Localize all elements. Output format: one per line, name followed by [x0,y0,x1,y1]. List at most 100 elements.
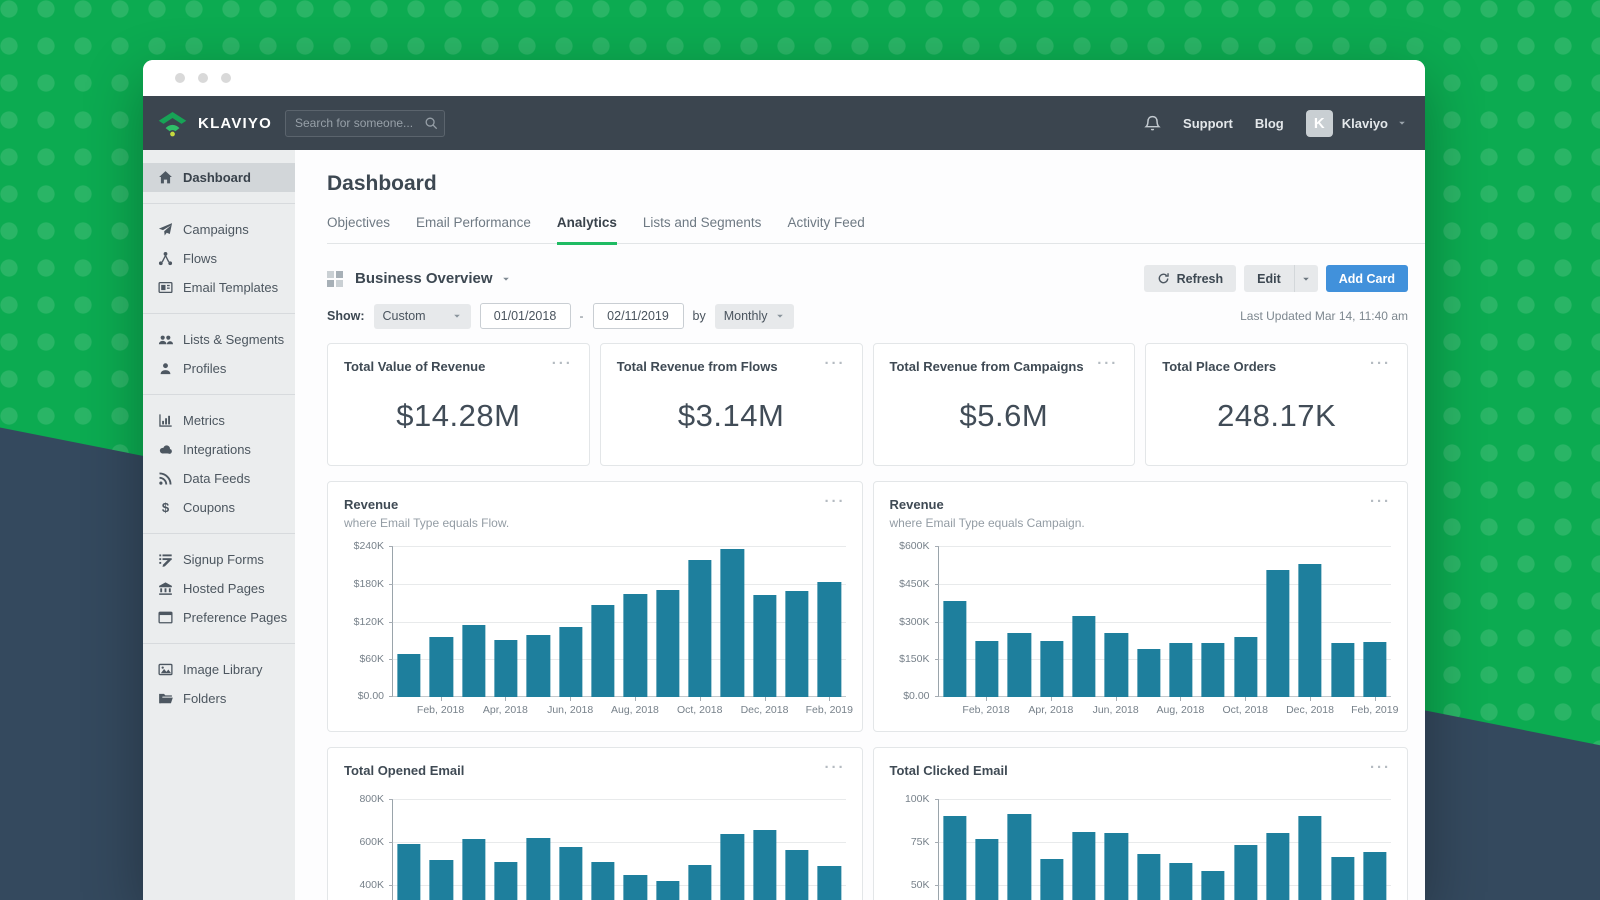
bar-mar-2018[interactable] [462,625,485,697]
tab-objectives[interactable]: Objectives [327,215,390,243]
bar-sep-2018[interactable] [1202,643,1225,697]
bar-jun-2018[interactable] [1105,633,1128,697]
window-control-dot[interactable] [175,73,185,83]
bar-apr-2018[interactable] [1040,641,1063,697]
bar-nov-2018[interactable] [721,549,744,697]
card-menu-icon[interactable]: ··· [825,763,846,773]
nav-link-support[interactable]: Support [1183,116,1233,131]
sidebar-item-metrics[interactable]: Metrics [143,406,295,435]
bar-dec-2018[interactable] [1299,816,1322,900]
bar-jan-2019[interactable] [1331,643,1354,697]
sidebar-item-hosted-pages[interactable]: Hosted Pages [143,574,295,603]
sidebar-item-flows[interactable]: Flows [143,244,295,273]
bar-nov-2018[interactable] [721,834,744,900]
notifications-bell-icon[interactable] [1144,115,1161,132]
refresh-button[interactable]: Refresh [1144,265,1237,292]
bar-jul-2018[interactable] [1137,854,1160,900]
bar-nov-2018[interactable] [1266,570,1289,697]
start-date-input[interactable] [480,303,571,329]
bar-dec-2018[interactable] [753,830,776,900]
bar-feb-2018[interactable] [430,637,453,697]
bar-oct-2018[interactable] [688,865,711,900]
bar-feb-2019[interactable] [1363,642,1386,697]
bar-mar-2018[interactable] [1008,814,1031,900]
bar-apr-2018[interactable] [1040,859,1063,900]
sidebar-item-preference-pages[interactable]: Preference Pages [143,603,295,632]
sidebar-item-email-templates[interactable]: Email Templates [143,273,295,302]
card-menu-icon[interactable]: ··· [552,359,573,369]
bar-aug-2018[interactable] [624,875,647,900]
bar-jan-2018[interactable] [398,844,421,900]
bar-jul-2018[interactable] [591,605,614,697]
bar-sep-2018[interactable] [656,881,679,900]
search-input[interactable] [285,110,445,137]
bar-oct-2018[interactable] [1234,845,1257,900]
end-date-input[interactable] [593,303,684,329]
bar-feb-2018[interactable] [975,839,998,900]
edit-dropdown-button[interactable] [1294,265,1318,292]
bar-mar-2018[interactable] [1008,633,1031,697]
bar-may-2018[interactable] [527,838,550,900]
bar-feb-2019[interactable] [1363,852,1386,900]
bar-apr-2018[interactable] [494,862,517,900]
bar-jan-2018[interactable] [943,601,966,697]
sidebar-item-signup-forms[interactable]: Signup Forms [143,545,295,574]
account-menu[interactable]: K Klaviyo [1306,110,1407,137]
bar-jan-2018[interactable] [398,654,421,697]
bar-jun-2018[interactable] [559,847,582,900]
sidebar-item-dashboard[interactable]: Dashboard [143,163,295,192]
card-menu-icon[interactable]: ··· [1370,497,1391,507]
bar-jul-2018[interactable] [591,862,614,900]
card-menu-icon[interactable]: ··· [1097,359,1118,369]
bar-sep-2018[interactable] [1202,871,1225,900]
bar-may-2018[interactable] [1072,616,1095,697]
bar-apr-2018[interactable] [494,640,517,697]
bar-feb-2018[interactable] [975,641,998,697]
card-menu-icon[interactable]: ··· [1370,359,1391,369]
klaviyo-logo[interactable]: KLAVIYO [156,109,272,137]
sidebar-item-profiles[interactable]: Profiles [143,354,295,383]
sidebar-item-lists-segments[interactable]: Lists & Segments [143,325,295,354]
sidebar-item-campaigns[interactable]: Campaigns [143,215,295,244]
sidebar-item-coupons[interactable]: $Coupons [143,493,295,522]
sidebar-item-image-library[interactable]: Image Library [143,655,295,684]
bar-oct-2018[interactable] [1234,637,1257,697]
tab-activity-feed[interactable]: Activity Feed [787,215,864,243]
board-selector[interactable]: Business Overview [355,270,511,287]
bar-jul-2018[interactable] [1137,649,1160,697]
sidebar-item-folders[interactable]: Folders [143,684,295,713]
bar-jan-2019[interactable] [785,850,808,900]
bar-dec-2018[interactable] [1299,564,1322,697]
edit-button[interactable]: Edit [1244,265,1294,292]
bar-aug-2018[interactable] [1169,643,1192,697]
add-card-button[interactable]: Add Card [1326,265,1408,292]
window-control-dot[interactable] [198,73,208,83]
bar-jun-2018[interactable] [1105,833,1128,900]
card-menu-icon[interactable]: ··· [825,497,846,507]
interval-select[interactable]: Monthly [715,304,795,329]
bar-sep-2018[interactable] [656,590,679,697]
bar-mar-2018[interactable] [462,839,485,900]
card-menu-icon[interactable]: ··· [825,359,846,369]
window-control-dot[interactable] [221,73,231,83]
tab-email-performance[interactable]: Email Performance [416,215,531,243]
bar-aug-2018[interactable] [1169,863,1192,900]
sidebar-item-integrations[interactable]: Integrations [143,435,295,464]
bar-jun-2018[interactable] [559,627,582,697]
bar-aug-2018[interactable] [624,594,647,697]
tab-analytics[interactable]: Analytics [557,215,617,243]
bar-jan-2019[interactable] [1331,857,1354,900]
bar-jan-2019[interactable] [785,591,808,697]
bar-nov-2018[interactable] [1266,833,1289,900]
bar-feb-2018[interactable] [430,860,453,900]
board-grid-icon[interactable] [327,271,343,287]
nav-link-blog[interactable]: Blog [1255,116,1284,131]
card-menu-icon[interactable]: ··· [1370,763,1391,773]
bar-may-2018[interactable] [527,635,550,697]
date-range-select[interactable]: Custom [374,304,471,329]
bar-oct-2018[interactable] [688,560,711,697]
bar-feb-2019[interactable] [818,582,841,697]
bar-may-2018[interactable] [1072,832,1095,900]
tab-lists-and-segments[interactable]: Lists and Segments [643,215,762,243]
sidebar-item-data-feeds[interactable]: Data Feeds [143,464,295,493]
